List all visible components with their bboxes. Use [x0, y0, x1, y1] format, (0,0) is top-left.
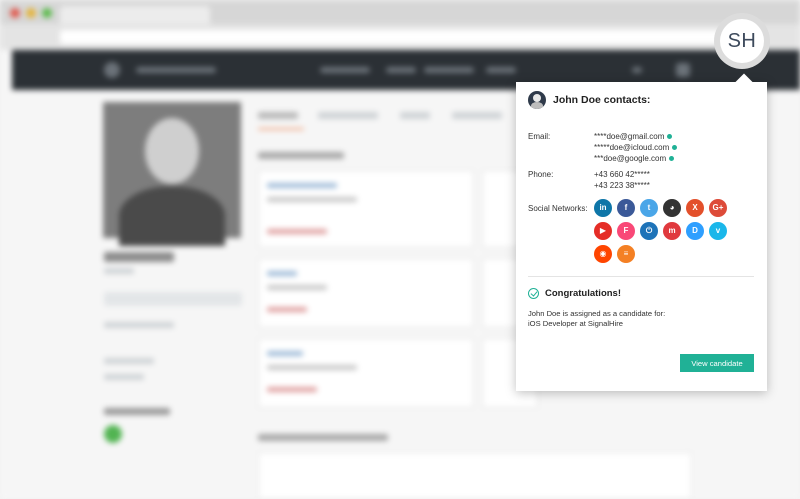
foursquare-icon[interactable]: F — [617, 222, 635, 240]
verified-dot-icon — [667, 134, 673, 139]
profile-photo — [103, 102, 241, 246]
background-chart — [258, 452, 692, 499]
email-item[interactable]: ****doe@gmail.com — [594, 131, 677, 142]
facebook-icon[interactable]: f — [617, 199, 635, 217]
twitter-icon[interactable]: t — [640, 199, 658, 217]
phone-item[interactable]: +43 223 38***** — [594, 180, 650, 191]
youtube-icon[interactable]: ▶ — [594, 222, 612, 240]
xing-icon[interactable]: X — [686, 199, 704, 217]
github-icon[interactable]: ◕ — [663, 199, 681, 217]
social-networks-list: in f t ◕ X G+ ▶ F ⏻ m Dv ◉ ≡ — [594, 199, 744, 263]
verified-dot-icon — [672, 145, 678, 150]
popup-header: John Doe contacts: — [528, 90, 650, 110]
contacts-popup: John Doe contacts: Email: ****doe@gmail.… — [516, 73, 767, 391]
email-item[interactable]: ***doe@google.com — [594, 153, 677, 164]
phone-label: Phone: — [528, 170, 554, 179]
popup-title: John Doe contacts: — [553, 94, 651, 106]
contact-thumbnail — [528, 91, 546, 109]
stackoverflow-icon[interactable]: ≡ — [617, 245, 635, 263]
disqus-icon[interactable]: D — [686, 222, 704, 240]
meetup-icon[interactable]: m — [663, 222, 681, 240]
phone-list: +43 660 42***** +43 223 38***** — [594, 169, 650, 191]
social-networks-label: Social Networks: — [528, 204, 588, 213]
verified-dot-icon — [669, 156, 675, 161]
linkedin-icon[interactable]: in — [594, 199, 612, 217]
reddit-icon[interactable]: ◉ — [594, 245, 612, 263]
check-circle-icon — [528, 288, 539, 299]
assignment-text: John Doe is assigned as a candidate for:… — [528, 309, 666, 328]
email-list: ****doe@gmail.com *****doe@icloud.com **… — [594, 131, 678, 164]
browser-chrome — [0, 0, 800, 50]
congrats-heading: Congratulations! — [528, 288, 621, 299]
vimeo-icon[interactable]: v — [709, 222, 727, 240]
google-plus-icon[interactable]: G+ — [709, 199, 727, 217]
power-icon[interactable]: ⏻ — [640, 222, 658, 240]
email-label: Email: — [528, 132, 551, 141]
view-candidate-button[interactable]: View candidate — [680, 354, 754, 372]
popup-divider — [528, 276, 754, 277]
phone-item[interactable]: +43 660 42***** — [594, 169, 650, 180]
avatar[interactable]: SH — [720, 19, 764, 63]
email-item[interactable]: *****doe@icloud.com — [594, 142, 678, 153]
congrats-title: Congratulations! — [545, 288, 621, 299]
